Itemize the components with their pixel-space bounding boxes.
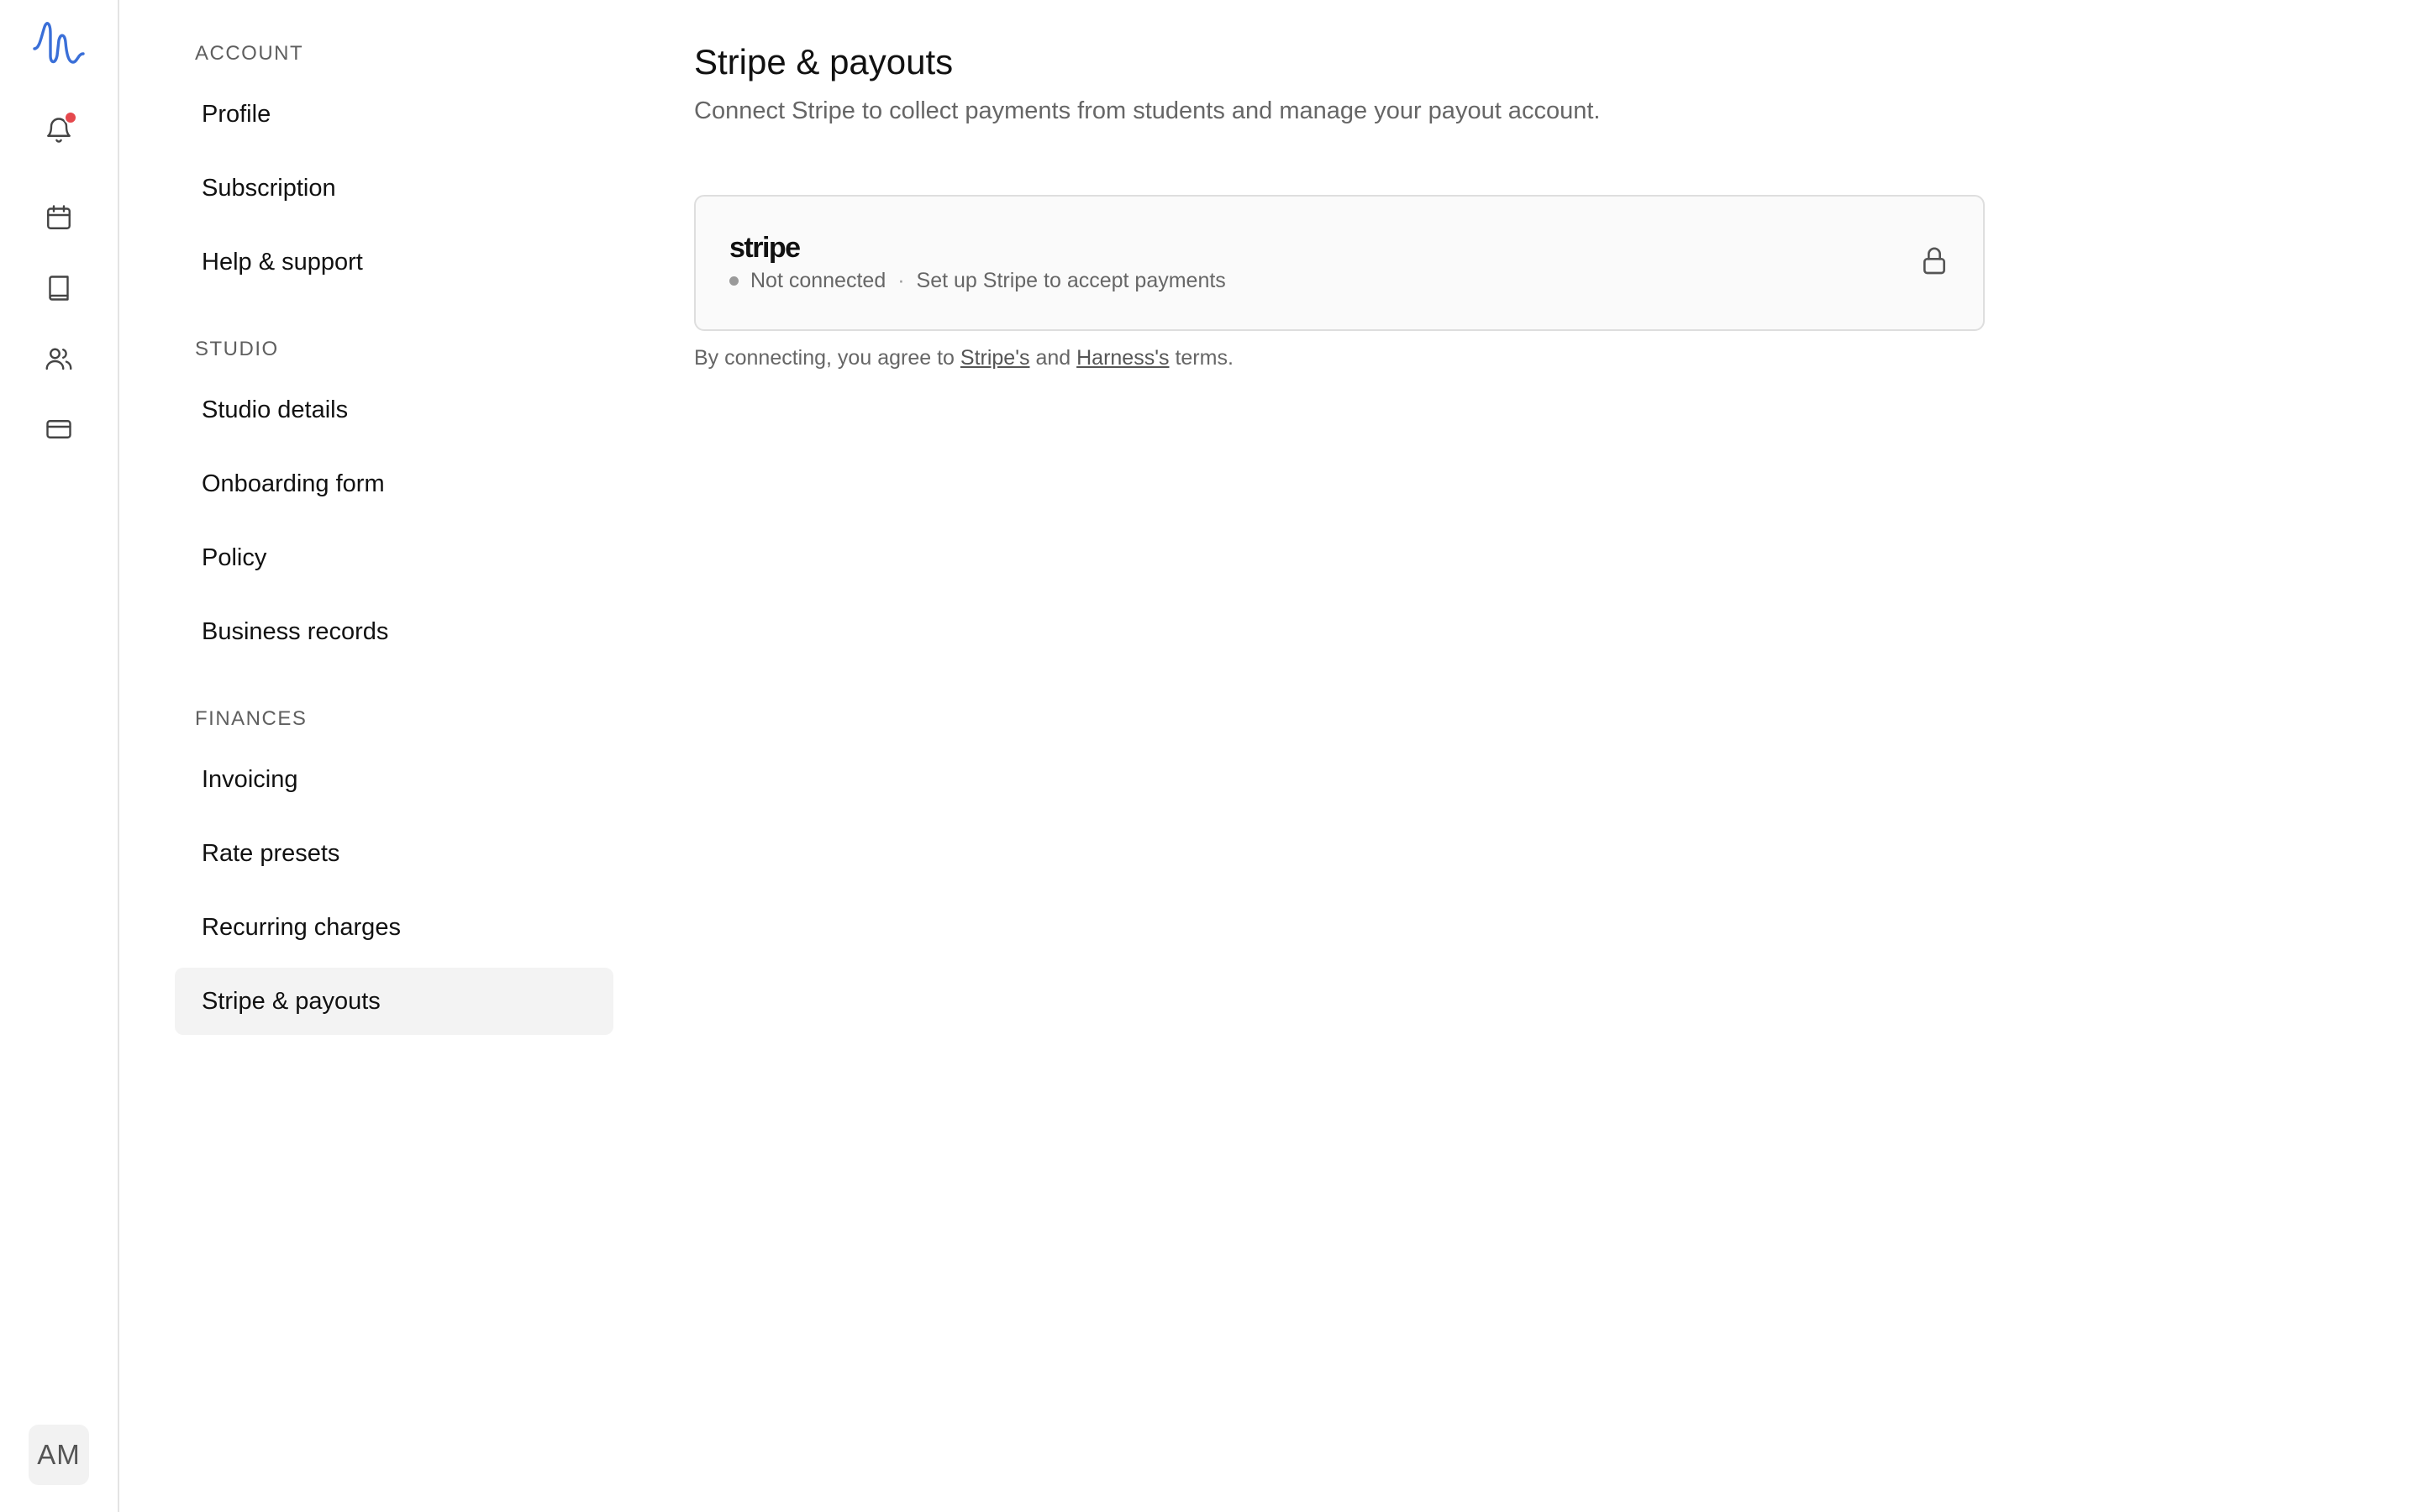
lock-icon[interactable] [1918,244,1951,277]
status-hint: Set up Stripe to accept payments [916,269,1226,292]
page-title: Stripe & payouts [694,42,954,81]
nav-item-rate-presets[interactable]: Rate presets [175,820,613,887]
stripe-logo: stripe [729,232,801,264]
billing-button[interactable] [28,398,90,460]
status-text: Not connected [750,269,886,292]
nav-item-profile[interactable]: Profile [175,81,613,148]
nav-item-subscription[interactable]: Subscription [175,155,613,222]
harness-terms-link[interactable]: Harness's [1076,346,1169,370]
app-root: AM ACCOUNT Profile Subscription Help & s… [0,0,2420,1512]
nav-item-invoicing[interactable]: Invoicing [175,746,613,813]
stripe-connect-card[interactable]: stripe Not connected · Set up Stripe to … [694,195,1985,331]
terms-middle: and [1035,346,1071,370]
terms-prefix: By connecting, you agree to [694,346,955,370]
calendar-icon [47,205,71,229]
logo-wave-icon[interactable] [28,12,90,74]
terms-text: By connecting, you agree to Stripe's and… [694,346,1234,370]
nav-item-business-records[interactable]: Business records [175,598,613,665]
status-dot-icon [729,276,739,286]
nav-item-recurring-charges[interactable]: Recurring charges [175,894,613,961]
section-label-account: ACCOUNT [195,42,304,65]
avatar[interactable]: AM [29,1425,89,1485]
notifications-button[interactable] [28,99,90,161]
nav-item-help-support[interactable]: Help & support [175,228,613,296]
status-separator: · [897,269,905,292]
nav-item-onboarding-form[interactable]: Onboarding form [175,450,613,517]
book-icon [49,276,69,301]
terms-suffix: terms. [1175,346,1234,370]
nav-item-stripe-payouts[interactable]: Stripe & payouts [175,968,613,1035]
page-subtitle: Connect Stripe to collect payments from … [694,97,1601,124]
nav-item-policy[interactable]: Policy [175,524,613,591]
library-button[interactable] [28,257,90,319]
notification-badge [64,111,77,124]
icon-rail: AM [0,0,119,1512]
section-label-studio: STUDIO [195,338,279,360]
calendar-button[interactable] [28,186,90,249]
nav-item-studio-details[interactable]: Studio details [175,376,613,444]
students-button[interactable] [28,328,90,390]
section-label-finances: FINANCES [195,707,308,730]
users-icon [45,348,72,370]
connection-status: Not connected · Set up Stripe to accept … [729,269,1226,293]
stripe-terms-link[interactable]: Stripe's [960,346,1030,370]
credit-card-icon [46,420,71,438]
